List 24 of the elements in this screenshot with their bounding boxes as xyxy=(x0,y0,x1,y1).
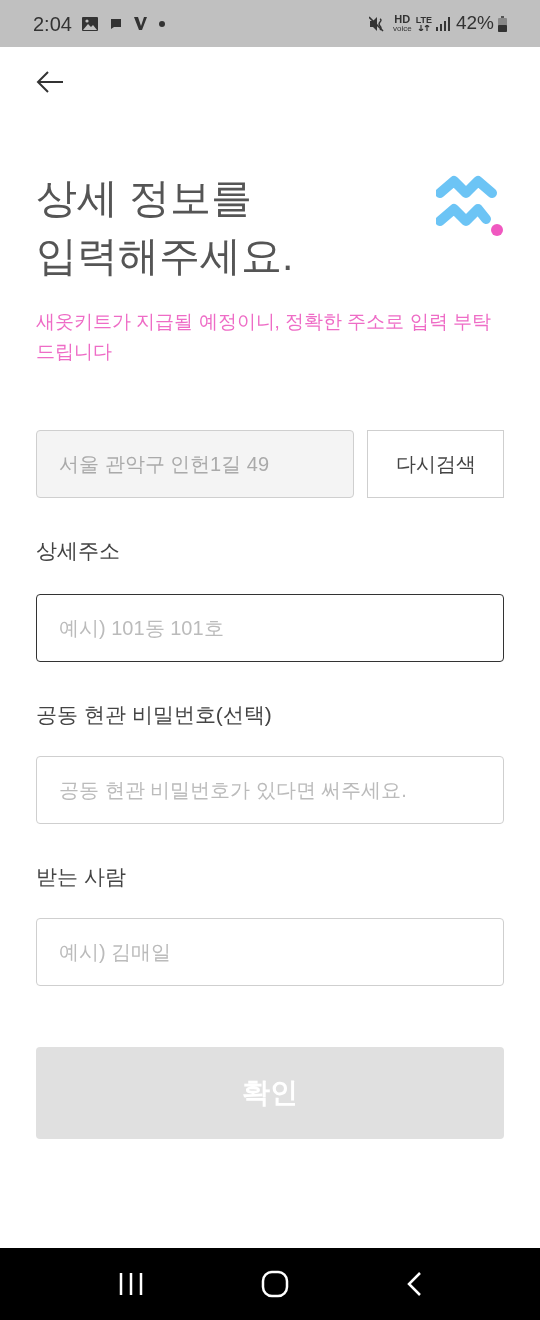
chat-icon xyxy=(109,17,122,30)
battery-percent: 42% xyxy=(455,11,494,36)
status-time: 2:04 xyxy=(33,11,72,37)
dot-icon xyxy=(158,20,165,27)
back-icon[interactable] xyxy=(36,70,64,94)
signal-icon xyxy=(435,16,450,31)
data-arrows-icon xyxy=(417,25,430,31)
voice-label: voice xyxy=(392,25,412,33)
field-label: 상세주소 xyxy=(36,538,121,564)
battery-icon xyxy=(498,15,507,32)
notice-text: 새옷키트가 지급될 예정이니, 정확한 주소로 입력 부탁 드립니다 xyxy=(36,310,492,364)
v-icon xyxy=(133,17,147,30)
home-icon[interactable] xyxy=(261,1270,289,1298)
field-label: 받는 사람 xyxy=(36,864,127,890)
recent-apps-icon[interactable] xyxy=(118,1272,145,1296)
input-field[interactable]: 예시) 101동 101호 xyxy=(36,594,504,662)
field-label: 공동 현관 비밀번호(선택) xyxy=(36,702,273,728)
image-icon xyxy=(81,16,98,31)
logo-icon xyxy=(436,175,504,237)
hd-label: HD xyxy=(394,14,411,25)
lte-label: LTE xyxy=(415,16,432,25)
back-nav-icon[interactable] xyxy=(405,1271,422,1297)
page-title: 상세 정보를 입력해주세요. xyxy=(36,174,294,281)
mute-icon xyxy=(368,15,385,32)
